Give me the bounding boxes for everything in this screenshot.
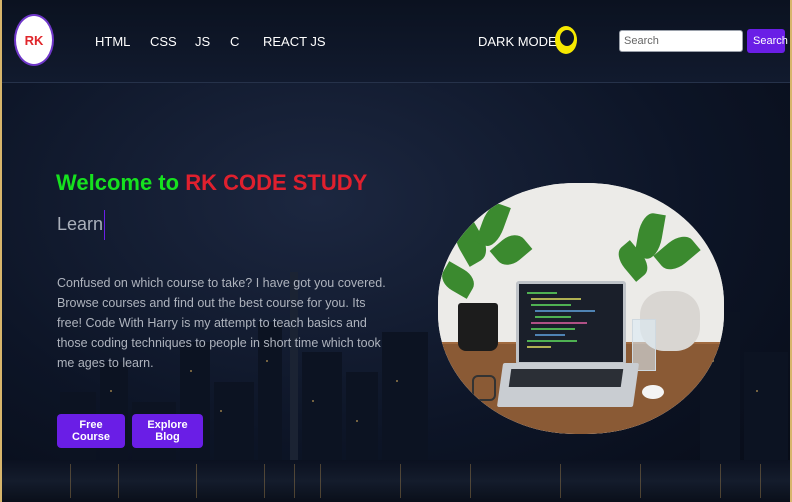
- hero-title-prefix: Welcome to: [56, 170, 186, 195]
- nav-link-react-js[interactable]: REACT JS: [263, 34, 326, 49]
- frame-border-left: [0, 0, 2, 502]
- free-course-button[interactable]: Free Course: [57, 414, 125, 448]
- nav-link-js[interactable]: JS: [195, 34, 210, 49]
- hero-description: Confused on which course to take? I have…: [57, 276, 386, 370]
- site-logo[interactable]: RK: [14, 14, 54, 66]
- water-reflection: [0, 460, 792, 502]
- search-input[interactable]: [619, 30, 743, 52]
- logo-text: RK: [24, 32, 44, 48]
- navbar: RK HTML CSS JS C REACT JS DARK MODE Sear…: [2, 0, 790, 83]
- nav-link-html[interactable]: HTML: [95, 34, 130, 49]
- search-button[interactable]: Search: [747, 29, 788, 53]
- hero-image-laptop-desk: [438, 183, 724, 434]
- typing-cursor: [104, 210, 105, 240]
- page-background: RK HTML CSS JS C REACT JS DARK MODE Sear…: [0, 0, 792, 502]
- nav-link-css[interactable]: CSS: [150, 34, 177, 49]
- nav-link-c[interactable]: C: [230, 34, 239, 49]
- hero-title-brand: RK CODE STUDY: [185, 170, 368, 195]
- hero-title: Welcome to RK CODE STUDY: [56, 170, 367, 196]
- explore-blog-button[interactable]: Explore Blog: [132, 414, 203, 448]
- dark-mode-label: DARK MODE: [478, 34, 557, 49]
- crescent-moon-icon[interactable]: [555, 26, 577, 54]
- hero-subtitle: Learn: [57, 214, 104, 234]
